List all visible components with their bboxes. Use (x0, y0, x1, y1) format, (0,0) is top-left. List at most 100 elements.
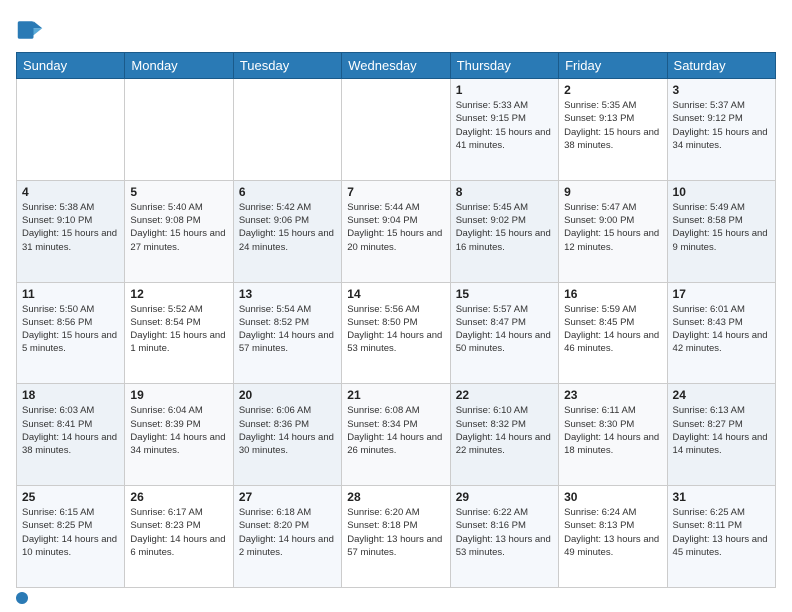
day-number: 24 (673, 388, 770, 402)
day-info: Sunrise: 6:06 AM Sunset: 8:36 PM Dayligh… (239, 404, 336, 457)
day-cell: 3 Sunrise: 5:37 AM Sunset: 9:12 PM Daylig… (667, 79, 775, 181)
day-number: 15 (456, 287, 553, 301)
day-info: Sunrise: 6:08 AM Sunset: 8:34 PM Dayligh… (347, 404, 444, 457)
day-info: Sunrise: 5:40 AM Sunset: 9:08 PM Dayligh… (130, 201, 227, 254)
day-cell: 16Sunrise: 5:59 AM Sunset: 8:45 PM Dayli… (559, 282, 667, 384)
day-number: 22 (456, 388, 553, 402)
day-cell: 12 Sunrise: 5:52 AM Sunset: 8:54 PM Dayli… (125, 282, 233, 384)
day-info: Sunrise: 6:10 AM Sunset: 8:32 PM Dayligh… (456, 404, 553, 457)
day-number: 26 (130, 490, 227, 504)
day-info: Sunrise: 6:24 AM Sunset: 8:13 PM Dayligh… (564, 506, 661, 559)
day-cell: 14Sunrise: 5:56 AM Sunset: 8:50 PM Dayli… (342, 282, 450, 384)
day-number: 25 (22, 490, 119, 504)
day-number: 12 (130, 287, 227, 301)
weekday-header-sunday: Sunday (17, 53, 125, 79)
day-cell: 4 Sunrise: 5:38 AM Sunset: 9:10 PM Daylig… (17, 180, 125, 282)
day-cell: 13Sunrise: 5:54 AM Sunset: 8:52 PM Dayli… (233, 282, 341, 384)
day-cell: 2Sunrise: 5:35 AM Sunset: 9:13 PM Daylig… (559, 79, 667, 181)
day-info: Sunrise: 6:15 AM Sunset: 8:25 PM Dayligh… (22, 506, 119, 559)
day-cell: 30 Sunrise: 6:24 AM Sunset: 8:13 PM Dayli… (559, 486, 667, 588)
day-info: Sunrise: 6:18 AM Sunset: 8:20 PM Dayligh… (239, 506, 336, 559)
day-cell: 8 Sunrise: 5:45 AM Sunset: 9:02 PM Daylig… (450, 180, 558, 282)
day-number: 19 (130, 388, 227, 402)
day-info: Sunrise: 6:20 AM Sunset: 8:18 PM Dayligh… (347, 506, 444, 559)
day-cell: 22 Sunrise: 6:10 AM Sunset: 8:32 PM Dayli… (450, 384, 558, 486)
day-cell: 19 Sunrise: 6:04 AM Sunset: 8:39 PM Dayli… (125, 384, 233, 486)
day-cell: 27 Sunrise: 6:18 AM Sunset: 8:20 PM Dayli… (233, 486, 341, 588)
day-number: 1 (456, 83, 553, 97)
weekday-header-tuesday: Tuesday (233, 53, 341, 79)
week-row-0: 1 Sunrise: 5:33 AM Sunset: 9:15 PM Daylig… (17, 79, 776, 181)
day-number: 10 (673, 185, 770, 199)
day-info: Sunrise: 5:56 AM Sunset: 8:50 PM Dayligh… (347, 303, 444, 356)
day-cell (342, 79, 450, 181)
day-number: 23 (564, 388, 661, 402)
day-number: 20 (239, 388, 336, 402)
day-number: 11 (22, 287, 119, 301)
day-info: Sunrise: 5:35 AM Sunset: 9:13 PM Dayligh… (564, 99, 661, 152)
calendar: SundayMondayTuesdayWednesdayThursdayFrid… (16, 52, 776, 588)
day-cell (17, 79, 125, 181)
day-cell: 1 Sunrise: 5:33 AM Sunset: 9:15 PM Daylig… (450, 79, 558, 181)
day-cell (125, 79, 233, 181)
day-cell: 28 Sunrise: 6:20 AM Sunset: 8:18 PM Dayli… (342, 486, 450, 588)
day-number: 17 (673, 287, 770, 301)
day-info: Sunrise: 5:57 AM Sunset: 8:47 PM Dayligh… (456, 303, 553, 356)
day-info: Sunrise: 5:37 AM Sunset: 9:12 PM Dayligh… (673, 99, 770, 152)
weekday-header-saturday: Saturday (667, 53, 775, 79)
day-cell: 21 Sunrise: 6:08 AM Sunset: 8:34 PM Dayli… (342, 384, 450, 486)
day-info: Sunrise: 5:49 AM Sunset: 8:58 PM Dayligh… (673, 201, 770, 254)
day-number: 3 (673, 83, 770, 97)
day-number: 29 (456, 490, 553, 504)
day-number: 21 (347, 388, 444, 402)
day-number: 16 (564, 287, 661, 301)
week-row-1: 4 Sunrise: 5:38 AM Sunset: 9:10 PM Daylig… (17, 180, 776, 282)
day-cell: 6 Sunrise: 5:42 AM Sunset: 9:06 PM Daylig… (233, 180, 341, 282)
day-number: 7 (347, 185, 444, 199)
logo-icon (16, 16, 44, 44)
day-info: Sunrise: 5:44 AM Sunset: 9:04 PM Dayligh… (347, 201, 444, 254)
day-cell: 9Sunrise: 5:47 AM Sunset: 9:00 PM Daylig… (559, 180, 667, 282)
weekday-header-friday: Friday (559, 53, 667, 79)
day-info: Sunrise: 6:22 AM Sunset: 8:16 PM Dayligh… (456, 506, 553, 559)
day-cell: 11 Sunrise: 5:50 AM Sunset: 8:56 PM Dayli… (17, 282, 125, 384)
weekday-header-thursday: Thursday (450, 53, 558, 79)
day-cell: 5 Sunrise: 5:40 AM Sunset: 9:08 PM Daylig… (125, 180, 233, 282)
day-cell: 31 Sunrise: 6:25 AM Sunset: 8:11 PM Dayli… (667, 486, 775, 588)
week-row-4: 25 Sunrise: 6:15 AM Sunset: 8:25 PM Dayli… (17, 486, 776, 588)
day-number: 8 (456, 185, 553, 199)
weekday-header-row: SundayMondayTuesdayWednesdayThursdayFrid… (17, 53, 776, 79)
day-number: 31 (673, 490, 770, 504)
day-number: 6 (239, 185, 336, 199)
day-info: Sunrise: 6:13 AM Sunset: 8:27 PM Dayligh… (673, 404, 770, 457)
day-cell: 15 Sunrise: 5:57 AM Sunset: 8:47 PM Dayli… (450, 282, 558, 384)
daylight-dot (16, 592, 28, 604)
day-info: Sunrise: 5:52 AM Sunset: 8:54 PM Dayligh… (130, 303, 227, 356)
day-cell: 7 Sunrise: 5:44 AM Sunset: 9:04 PM Daylig… (342, 180, 450, 282)
day-cell: 10 Sunrise: 5:49 AM Sunset: 8:58 PM Dayli… (667, 180, 775, 282)
day-number: 5 (130, 185, 227, 199)
day-info: Sunrise: 5:42 AM Sunset: 9:06 PM Dayligh… (239, 201, 336, 254)
weekday-header-monday: Monday (125, 53, 233, 79)
day-info: Sunrise: 5:50 AM Sunset: 8:56 PM Dayligh… (22, 303, 119, 356)
day-cell: 18Sunrise: 6:03 AM Sunset: 8:41 PM Dayli… (17, 384, 125, 486)
day-cell: 29 Sunrise: 6:22 AM Sunset: 8:16 PM Dayli… (450, 486, 558, 588)
day-info: Sunrise: 5:33 AM Sunset: 9:15 PM Dayligh… (456, 99, 553, 152)
day-info: Sunrise: 5:45 AM Sunset: 9:02 PM Dayligh… (456, 201, 553, 254)
day-cell (233, 79, 341, 181)
day-info: Sunrise: 6:03 AM Sunset: 8:41 PM Dayligh… (22, 404, 119, 457)
day-number: 27 (239, 490, 336, 504)
day-number: 9 (564, 185, 661, 199)
day-info: Sunrise: 6:01 AM Sunset: 8:43 PM Dayligh… (673, 303, 770, 356)
day-number: 30 (564, 490, 661, 504)
day-info: Sunrise: 6:25 AM Sunset: 8:11 PM Dayligh… (673, 506, 770, 559)
day-number: 28 (347, 490, 444, 504)
page: SundayMondayTuesdayWednesdayThursdayFrid… (0, 0, 792, 612)
week-row-2: 11 Sunrise: 5:50 AM Sunset: 8:56 PM Dayli… (17, 282, 776, 384)
footer (16, 592, 776, 604)
day-info: Sunrise: 5:38 AM Sunset: 9:10 PM Dayligh… (22, 201, 119, 254)
day-info: Sunrise: 6:17 AM Sunset: 8:23 PM Dayligh… (130, 506, 227, 559)
day-info: Sunrise: 5:54 AM Sunset: 8:52 PM Dayligh… (239, 303, 336, 356)
day-number: 4 (22, 185, 119, 199)
day-info: Sunrise: 6:04 AM Sunset: 8:39 PM Dayligh… (130, 404, 227, 457)
